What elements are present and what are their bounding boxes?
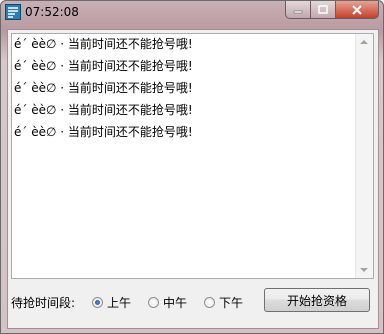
scroll-up-arrow-icon[interactable] [360, 40, 368, 44]
maximize-button[interactable] [311, 1, 336, 19]
app-window: 07:52:08 é´ èè∅ · 当前时间还不能抢号哦! é´ èè∅ · 当… [0, 0, 384, 334]
minimize-icon [293, 10, 303, 13]
log-line: é´ èè∅ · 当前时间还不能抢号哦! [14, 59, 193, 73]
start-button[interactable]: 开始抢资格 [264, 288, 370, 312]
radio-noon[interactable]: 中午 [148, 294, 187, 311]
log-lines: é´ èè∅ · 当前时间还不能抢号哦! é´ èè∅ · 当前时间还不能抢号哦… [14, 36, 355, 146]
window-title: 07:52:08 [25, 5, 79, 19]
wait-period-label: 待抢时间段: [11, 296, 76, 310]
scroll-down-arrow-icon[interactable] [360, 268, 368, 272]
log-line: é´ èè∅ · 当前时间还不能抢号哦! [14, 125, 193, 139]
radio-label: 下午 [219, 296, 244, 310]
close-icon [352, 4, 362, 15]
radio-dot-icon [204, 297, 215, 308]
maximize-icon [318, 4, 328, 14]
log-textbox[interactable]: é´ èè∅ · 当前时间还不能抢号哦! é´ èè∅ · 当前时间还不能抢号哦… [11, 33, 374, 279]
bottom-controls: 待抢时间段: 上午 中午 下午 开始抢资格 [8, 286, 378, 316]
minimize-button[interactable] [285, 1, 311, 19]
radio-morning[interactable]: 上午 [92, 294, 131, 311]
client-area: é´ èè∅ · 当前时间还不能抢号哦! é´ èè∅ · 当前时间还不能抢号哦… [7, 29, 379, 329]
radio-afternoon[interactable]: 下午 [204, 294, 243, 311]
radio-label: 上午 [107, 296, 132, 310]
title-bar[interactable]: 07:52:08 [1, 1, 383, 25]
log-line: é´ èè∅ · 当前时间还不能抢号哦! [14, 103, 193, 117]
log-line: é´ èè∅ · 当前时间还不能抢号哦! [14, 37, 193, 51]
vertical-scrollbar[interactable] [355, 34, 373, 278]
close-button[interactable] [336, 1, 379, 19]
caption-buttons [285, 1, 379, 21]
radio-label: 中午 [163, 296, 188, 310]
app-icon [5, 4, 21, 20]
radio-dot-icon [92, 297, 103, 308]
radio-dot-icon [148, 297, 159, 308]
log-line: é´ èè∅ · 当前时间还不能抢号哦! [14, 81, 193, 95]
